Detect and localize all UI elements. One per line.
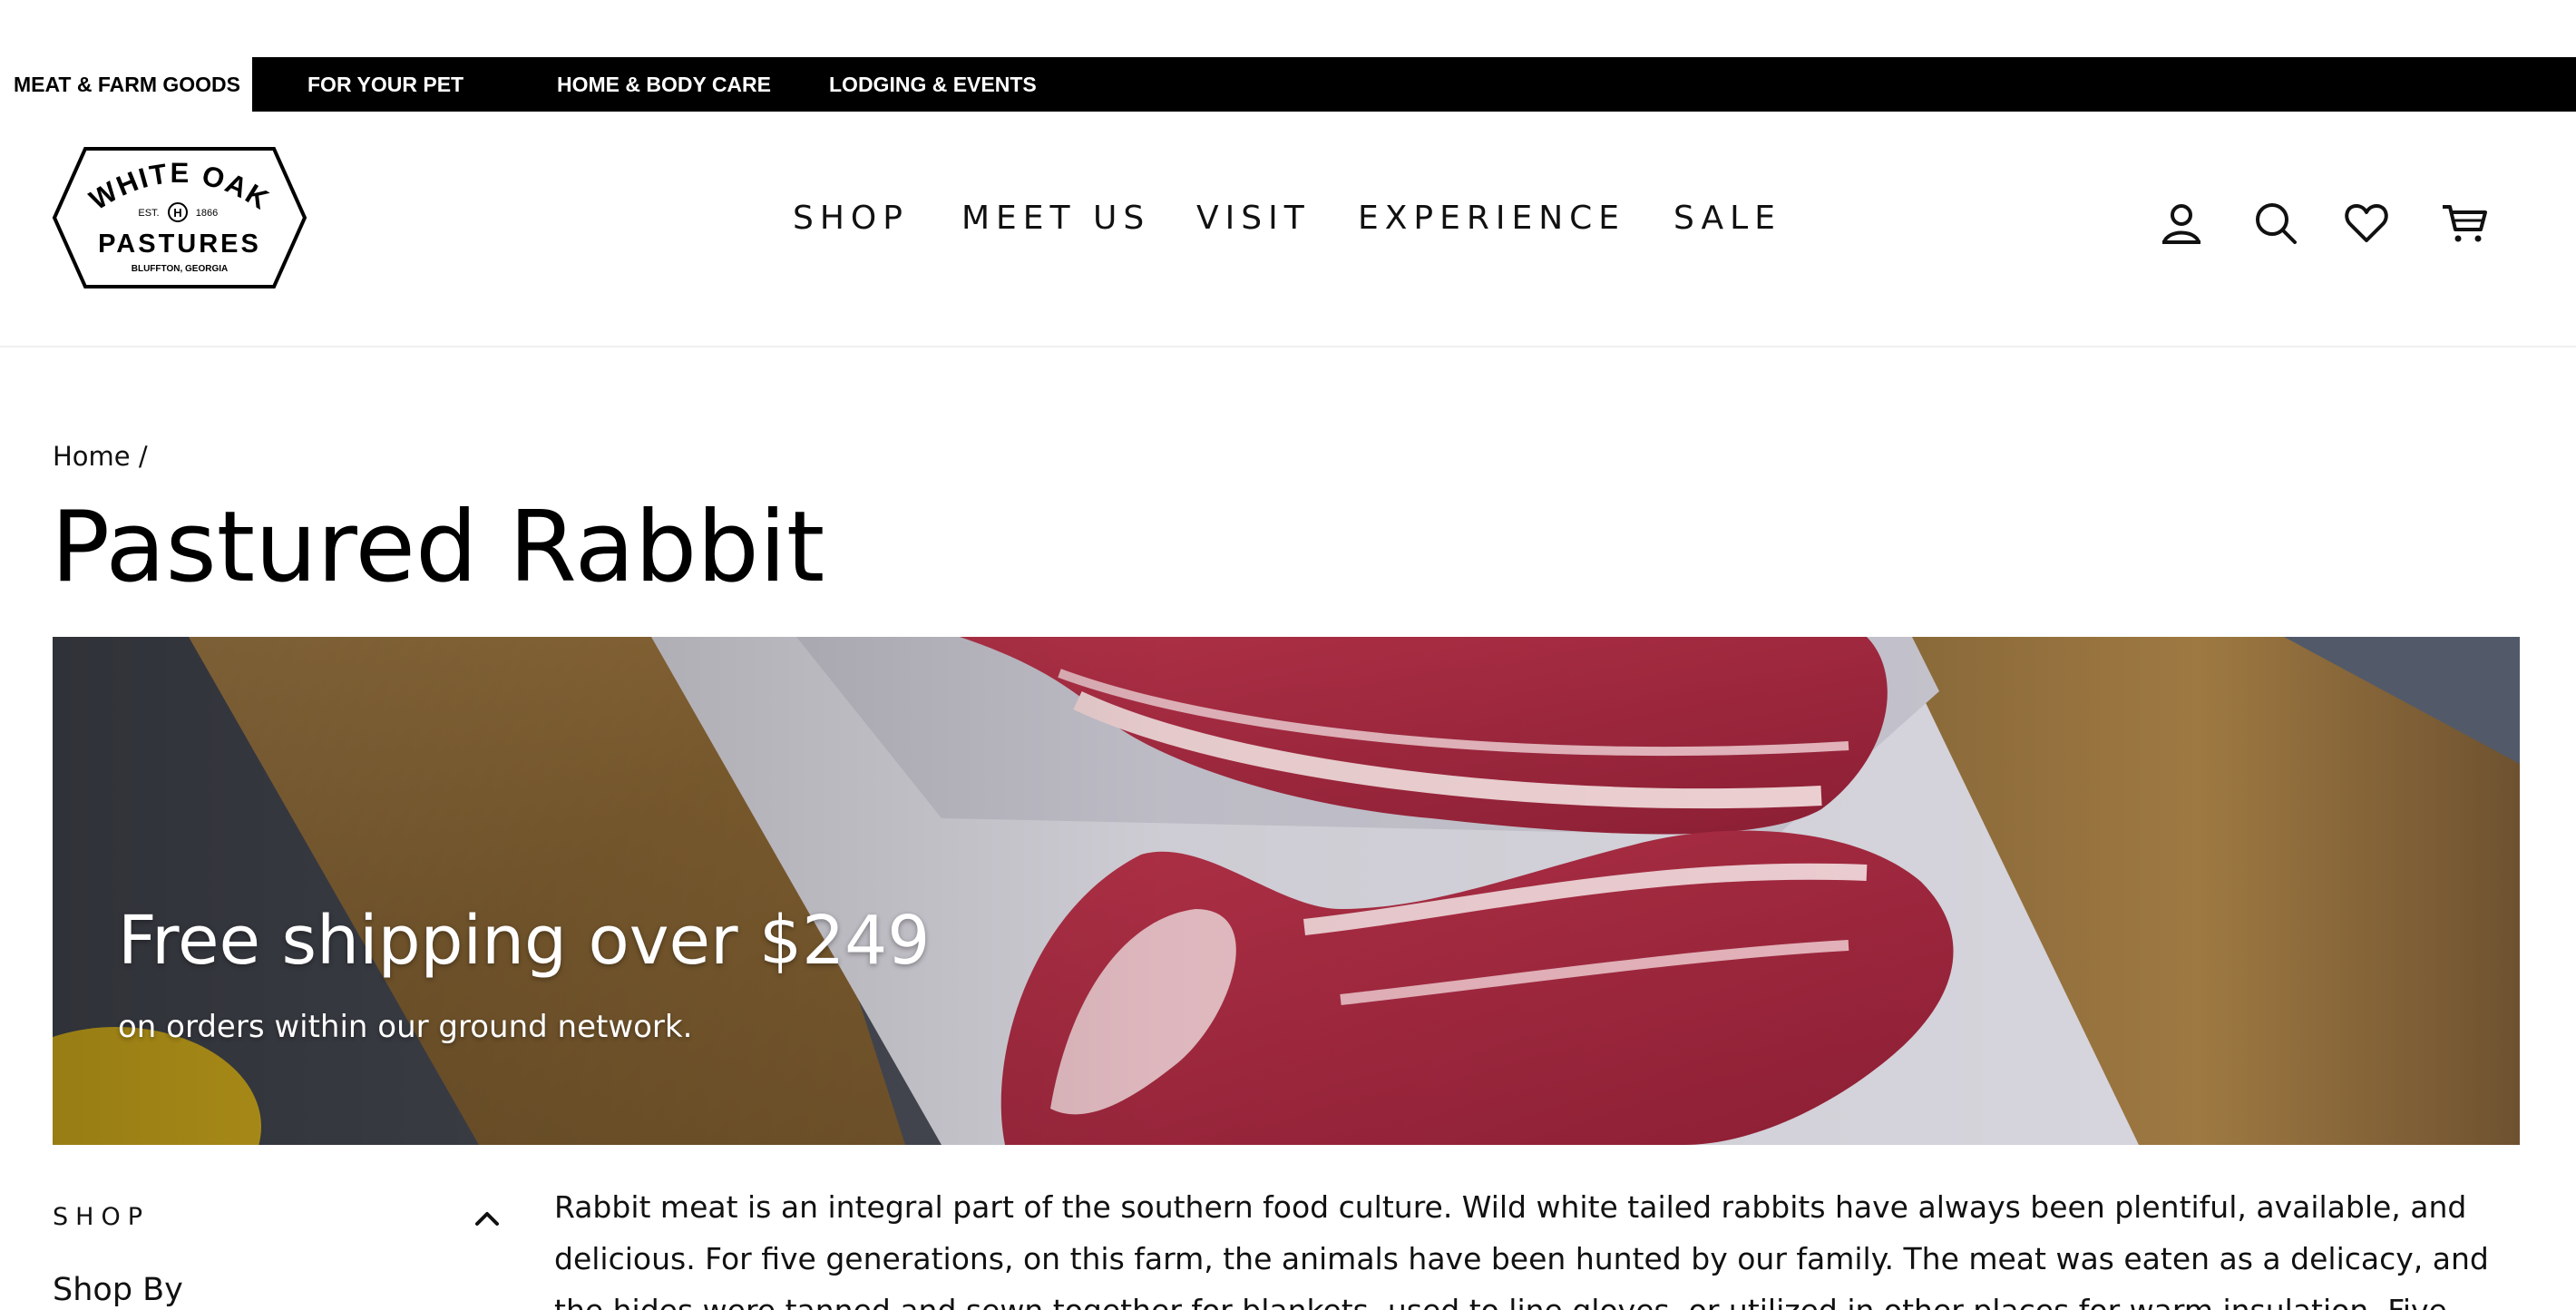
sidebar-shop-label: SHOP xyxy=(53,1203,150,1231)
category-lodging-events[interactable]: LODGING & EVENTS xyxy=(829,57,1037,112)
collection-description: Rabbit meat is an integral part of the s… xyxy=(554,1189,2489,1310)
hero-banner: Free shipping over $249 on orders within… xyxy=(53,637,2520,1145)
banner-subheading: on orders within our ground network. xyxy=(118,1009,693,1045)
sidebar-shop-toggle[interactable]: SHOP xyxy=(53,1199,506,1236)
category-home-body-care[interactable]: HOME & BODY CARE xyxy=(557,57,771,112)
svg-text:EST.: EST. xyxy=(138,208,159,219)
svg-text:H: H xyxy=(173,206,181,220)
svg-text:1866: 1866 xyxy=(196,208,218,219)
category-for-your-pet[interactable]: FOR YOUR PET xyxy=(307,57,463,112)
chevron-up-icon xyxy=(475,1212,499,1226)
page-title: Pastured Rabbit xyxy=(51,491,825,604)
breadcrumb-home[interactable]: Home xyxy=(53,441,131,472)
banner-heading: Free shipping over $249 xyxy=(118,902,931,980)
site-logo[interactable]: WHITE OAK EST. H 1866 PASTURES BLUFFTON,… xyxy=(51,146,308,289)
svg-text:PASTURES: PASTURES xyxy=(98,230,261,259)
breadcrumb-separator: / xyxy=(138,441,148,472)
breadcrumb: Home / xyxy=(53,441,148,472)
search-icon[interactable] xyxy=(2251,199,2300,248)
banner-meat-photo xyxy=(53,637,2520,1145)
nav-sale[interactable]: SALE xyxy=(1673,199,1781,239)
svg-text:BLUFFTON, GEORGIA: BLUFFTON, GEORGIA xyxy=(132,264,228,274)
account-icon[interactable] xyxy=(2157,199,2206,248)
category-bar: MEAT & FARM GOODS FOR YOUR PET HOME & BO… xyxy=(0,57,2576,112)
category-meat-farm-goods[interactable]: MEAT & FARM GOODS xyxy=(0,57,252,112)
nav-visit[interactable]: VISIT xyxy=(1196,199,1311,239)
site-header: WHITE OAK EST. H 1866 PASTURES BLUFFTON,… xyxy=(0,112,2576,347)
nav-meet-us[interactable]: MEET US xyxy=(961,199,1150,239)
sidebar-shop-by[interactable]: Shop By xyxy=(53,1272,183,1308)
nav-experience[interactable]: EXPERIENCE xyxy=(1358,199,1625,239)
cart-icon[interactable] xyxy=(2440,199,2489,248)
nav-shop[interactable]: SHOP xyxy=(793,199,909,239)
wishlist-heart-icon[interactable] xyxy=(2342,199,2391,248)
